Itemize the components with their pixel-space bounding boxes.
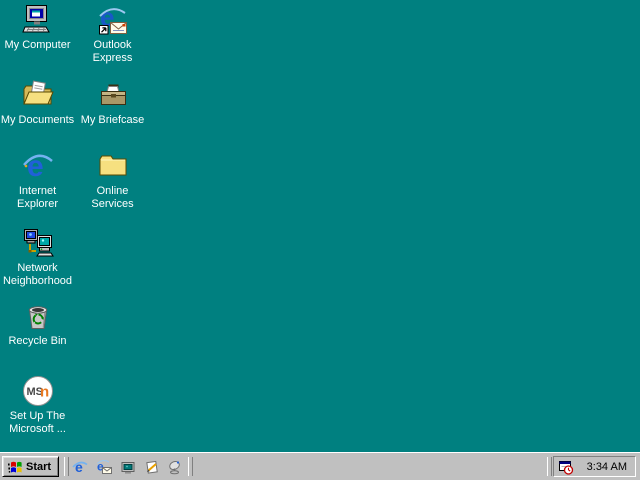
quick-launch-handle[interactable] — [64, 457, 69, 476]
launch-internet-explorer-icon: e — [72, 459, 88, 475]
desktop-icon-label: Set Up The Microsoft ... — [0, 410, 75, 436]
desktop-icon-msn-setup[interactable]: MS n Set Up The Microsoft ... — [0, 375, 75, 436]
my-documents-icon — [22, 79, 54, 111]
desktop-icon-my-briefcase[interactable]: My Briefcase — [75, 79, 150, 127]
taskbar: Start e e — [0, 452, 640, 480]
desktop-icon-my-computer[interactable]: My Computer — [0, 4, 75, 52]
desktop-icon-network-neighborhood[interactable]: Network Neighborhood — [0, 227, 75, 288]
desktop-icon-label: My Computer — [4, 39, 70, 52]
start-button[interactable]: Start — [2, 456, 59, 477]
task-scheduler-icon[interactable] — [558, 459, 574, 475]
quick-launch-show-desktop[interactable] — [119, 458, 137, 475]
network-neighborhood-icon — [22, 227, 54, 259]
internet-explorer-icon: e — [22, 150, 54, 182]
desktop-icon-label: Internet Explorer — [0, 185, 75, 211]
desktop-icon-recycle-bin[interactable]: Recycle Bin — [0, 300, 75, 348]
desktop-icon-my-documents[interactable]: My Documents — [0, 79, 75, 127]
desktop-icon-label: Online Services — [75, 185, 150, 211]
start-button-label: Start — [26, 461, 51, 473]
windows-flag-icon — [7, 459, 23, 475]
desktop-icon-online-services[interactable]: Online Services — [75, 150, 150, 211]
launch-outlook-express-icon: e — [96, 459, 112, 475]
recycle-bin-icon — [22, 300, 54, 332]
quick-launch-outlook-express[interactable]: e — [95, 458, 113, 475]
my-computer-icon — [22, 4, 54, 36]
svg-text:e: e — [75, 459, 83, 475]
quick-launch-view-channels[interactable] — [166, 458, 184, 475]
desktop[interactable]: My Computer My Documents e Internet Expl… — [0, 0, 640, 480]
quick-launch-handle[interactable] — [188, 457, 193, 476]
online-services-icon — [97, 150, 129, 182]
desktop-icon-label: Network Neighborhood — [0, 262, 75, 288]
show-desktop-icon — [120, 459, 136, 475]
desktop-icon-outlook-express[interactable]: e Outlook Express — [75, 4, 150, 65]
svg-text:n: n — [40, 384, 49, 401]
tray-divider — [547, 457, 552, 476]
document-pencil-icon — [144, 459, 160, 475]
view-channels-satellite-icon — [167, 459, 183, 475]
desktop-icon-label: My Documents — [1, 114, 74, 127]
quick-launch-document-pencil[interactable] — [143, 458, 161, 475]
msn-icon: MS n — [22, 375, 54, 407]
clock[interactable]: 3:34 AM — [587, 461, 635, 473]
my-briefcase-icon — [97, 79, 129, 111]
desktop-icon-label: Outlook Express — [75, 39, 150, 65]
system-tray: 3:34 AM — [553, 456, 636, 477]
quick-launch-internet-explorer[interactable]: e — [71, 458, 89, 475]
outlook-express-icon: e — [97, 4, 129, 36]
desktop-icon-label: My Briefcase — [81, 114, 145, 127]
desktop-icon-internet-explorer[interactable]: e Internet Explorer — [0, 150, 75, 211]
desktop-icon-label: Recycle Bin — [8, 335, 66, 348]
